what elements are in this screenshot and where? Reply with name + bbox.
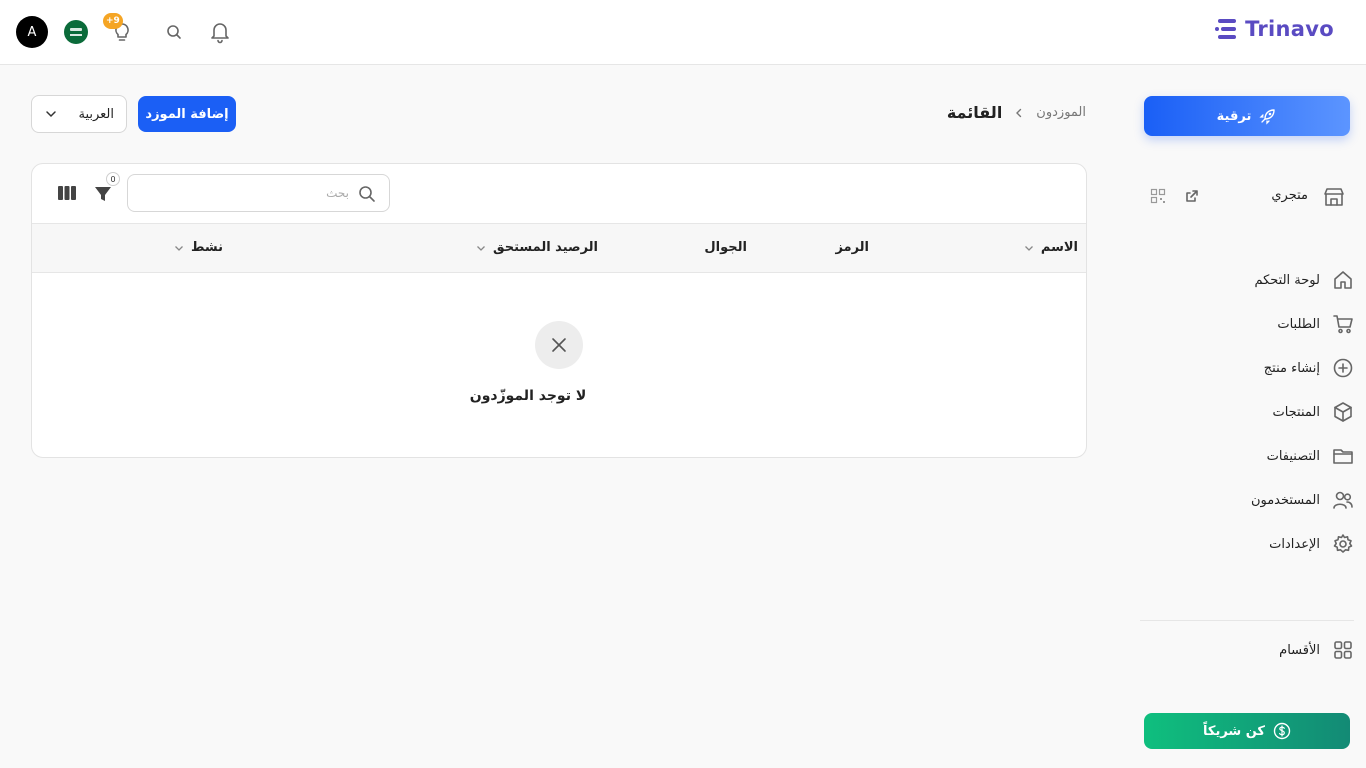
sidebar-item-label: المنتجات <box>1272 404 1320 420</box>
sidebar-item-label: لوحة التحكم <box>1254 272 1320 288</box>
page-title: القائمة <box>946 103 1003 122</box>
empty-message-text: لا توجد الموزّدون <box>469 388 587 404</box>
store-label[interactable]: متجري <box>1271 188 1308 203</box>
logo-icon <box>1215 19 1237 39</box>
cart-icon <box>1333 315 1353 334</box>
column-header-code: الرمز <box>835 240 869 255</box>
top-header: Trinavo A +9 <box>0 0 1366 65</box>
sort-chevron-icon <box>477 245 485 251</box>
hint-badge: +9 <box>103 13 123 29</box>
language-select[interactable]: العربية <box>31 95 127 133</box>
column-label: الرصيد المستحق <box>492 240 598 255</box>
close-icon <box>552 338 566 352</box>
column-label: نشط <box>190 240 223 255</box>
sidebar-item-settings[interactable]: الإعدادات <box>1150 522 1354 566</box>
sidebar-item-label: إنشاء منتج <box>1263 360 1320 376</box>
sidebar-item-categories[interactable]: التصنيفات <box>1150 434 1354 478</box>
sidebar-item-sections[interactable]: الأقسام <box>1150 638 1354 662</box>
breadcrumb: الموزدون القائمة <box>947 103 1086 122</box>
store-row: متجري <box>1150 184 1346 210</box>
sidebar-item-label: الطلبات <box>1277 316 1320 332</box>
qr-code-icon[interactable] <box>1150 188 1166 204</box>
suppliers-card: 0 الاسم الرمز الجوال الرصيد المستحق نشط <box>31 163 1087 458</box>
column-label: الجوال <box>704 240 747 255</box>
sort-chevron-icon <box>175 245 183 251</box>
logo[interactable]: Trinavo <box>1215 17 1334 41</box>
column-header-phone: الجوال <box>704 240 747 255</box>
sidebar-item-label: المستخدمون <box>1250 492 1320 508</box>
box-icon <box>1334 402 1352 422</box>
rocket-icon <box>1259 109 1276 125</box>
sidebar-item-label: الأقسام <box>1279 642 1320 658</box>
chevron-left-icon <box>1016 108 1022 117</box>
partner-label: كن شريكاً <box>1203 723 1265 739</box>
table-search[interactable] <box>127 174 390 212</box>
sidebar-item-create-product[interactable]: إنشاء منتج <box>1150 346 1354 390</box>
sidebar-item-label: الإعدادات <box>1269 536 1320 552</box>
gear-icon <box>1333 534 1353 553</box>
sidebar-item-orders[interactable]: الطلبات <box>1150 302 1354 346</box>
breadcrumb-parent[interactable]: الموزدون <box>1036 105 1086 120</box>
add-supplier-button[interactable]: إضافة الموزد <box>138 96 236 132</box>
folder-icon <box>1333 449 1353 464</box>
dollar-circle-icon <box>1273 722 1291 740</box>
upgrade-label: ترقية <box>1216 108 1252 124</box>
store-icon[interactable] <box>1322 185 1346 209</box>
sidebar-item-label: التصنيفات <box>1266 448 1320 464</box>
sidebar-nav: لوحة التحكم الطلبات إنشاء منتج المنتجات … <box>1150 258 1354 566</box>
filter-count-badge: 0 <box>106 172 120 186</box>
table-header: الاسم الرمز الجوال الرصيد المستحق نشط <box>32 224 1086 273</box>
search-input[interactable] <box>159 184 349 202</box>
become-partner-button[interactable]: كن شريكاً <box>1144 713 1350 749</box>
avatar[interactable]: A <box>16 16 48 48</box>
home-icon <box>1334 271 1352 289</box>
language-label: العربية <box>78 106 114 122</box>
sidebar-divider <box>1140 620 1354 621</box>
columns-icon[interactable] <box>57 184 77 202</box>
empty-state-message: لا توجد الموزّدون <box>32 388 1086 404</box>
upgrade-button[interactable]: ترقية <box>1144 96 1350 136</box>
sidebar-item-dashboard[interactable]: لوحة التحكم <box>1150 258 1354 302</box>
search-icon <box>359 186 375 202</box>
saudi-flag-icon[interactable] <box>64 20 88 44</box>
grid-icon <box>1334 641 1352 659</box>
sort-chevron-icon <box>1024 245 1033 251</box>
bell-icon[interactable] <box>209 20 231 44</box>
plus-circle-icon <box>1333 358 1353 378</box>
column-label: الاسم <box>1040 240 1078 255</box>
sidebar-item-users[interactable]: المستخدمون <box>1150 478 1354 522</box>
chevron-down-icon <box>46 111 56 118</box>
table-toolbar: 0 <box>32 164 1086 224</box>
column-label: الرمز <box>835 240 869 255</box>
search-icon[interactable] <box>166 24 182 40</box>
column-header-name[interactable]: الاسم <box>1023 240 1078 255</box>
column-header-balance[interactable]: الرصيد المستحق <box>475 240 598 255</box>
avatar-initial: A <box>27 24 37 40</box>
column-header-active[interactable]: نشط <box>173 240 223 255</box>
external-link-icon[interactable] <box>1184 188 1200 204</box>
users-icon <box>1333 491 1353 509</box>
empty-state-icon <box>535 321 583 369</box>
logo-text: Trinavo <box>1245 17 1334 41</box>
sidebar-item-products[interactable]: المنتجات <box>1150 390 1354 434</box>
filter-icon[interactable] <box>93 184 113 204</box>
